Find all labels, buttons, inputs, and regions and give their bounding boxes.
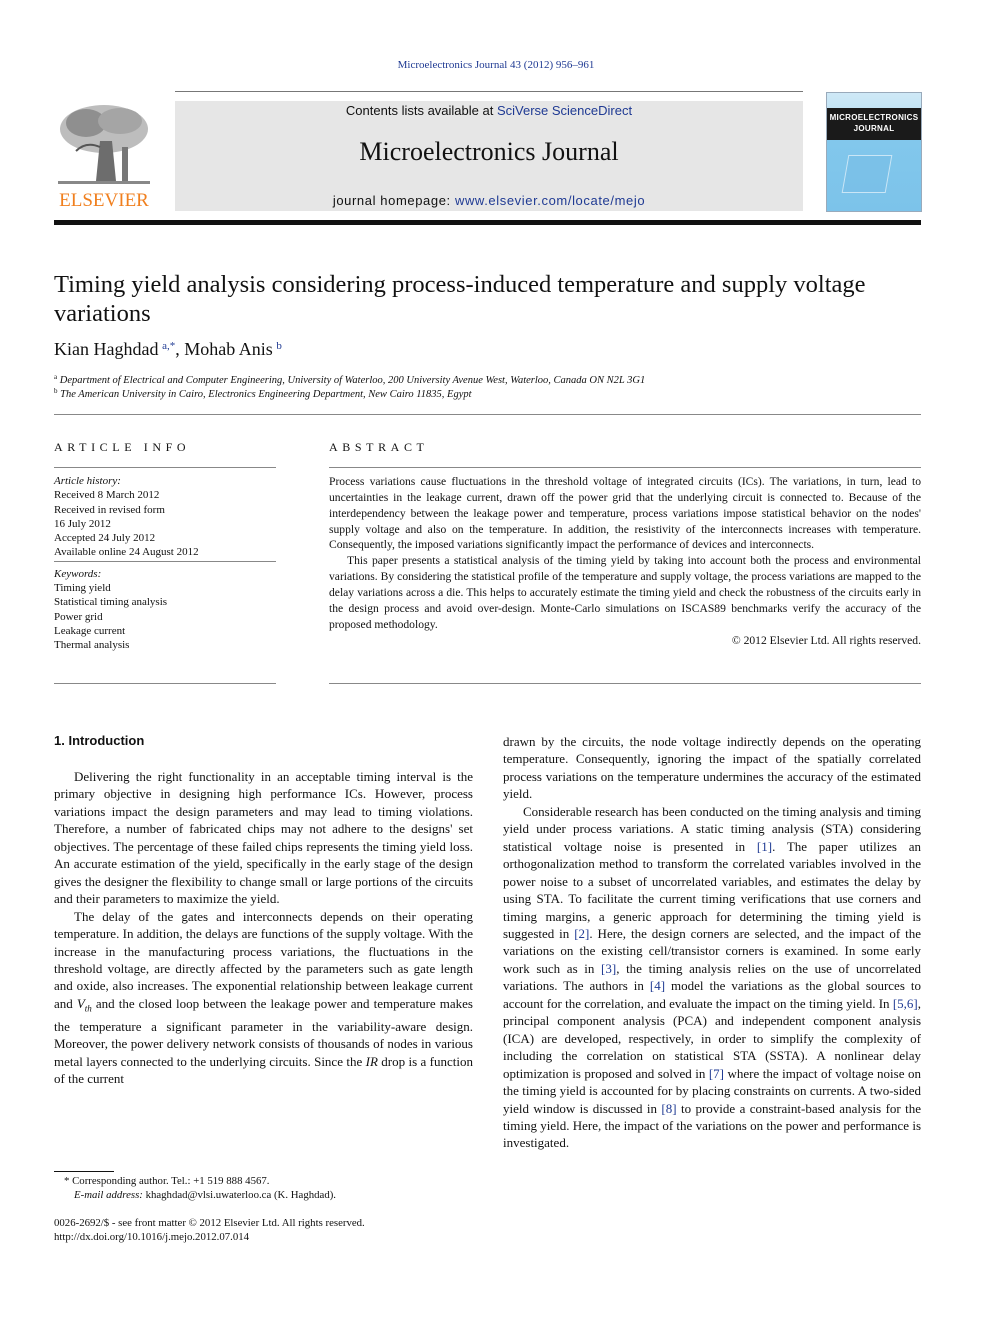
citation-link[interactable]: [4] <box>650 978 665 993</box>
affiliation-text: The American University in Cairo, Electr… <box>60 389 472 400</box>
citation-link[interactable]: [2] <box>574 926 589 941</box>
affiliation-divider <box>54 414 921 415</box>
history-item: 16 July 2012 <box>54 517 111 530</box>
body-column-left: Delivering the right functionality in an… <box>54 768 473 1088</box>
affiliation-mark: b <box>54 387 58 395</box>
author-name[interactable]: Mohab Anis <box>184 339 273 359</box>
email-note: E-mail address: khaghdad@vlsi.uwaterloo.… <box>54 1188 484 1202</box>
keyword: Statistical timing analysis <box>54 596 168 609</box>
keyword: Thermal analysis <box>54 639 130 652</box>
header-divider <box>175 91 803 92</box>
history-label: Article history: <box>54 475 121 487</box>
contents-line: Contents lists available at SciVerse Sci… <box>175 103 803 118</box>
elsevier-logo[interactable]: ELSEVIER <box>54 101 154 211</box>
section-heading-introduction: 1. Introduction <box>54 733 145 748</box>
contents-label: Contents lists available at <box>345 103 497 118</box>
history-item: Available online 24 August 2012 <box>54 546 199 559</box>
affiliation-mark: a <box>54 373 58 381</box>
homepage-label: journal homepage: <box>332 193 455 208</box>
cover-title-line2: JOURNAL <box>853 124 895 133</box>
abstract-paragraph: This paper presents a statistical analys… <box>329 554 921 631</box>
abstract-paragraph: Process variations cause fluctuations in… <box>329 475 921 552</box>
issn-copyright: 0026-2692/$ - see front matter © 2012 El… <box>54 1217 365 1229</box>
abstract-body: Process variations cause fluctuations in… <box>329 474 921 649</box>
math-vth: Vth <box>76 995 92 1014</box>
citation-link[interactable]: [8] <box>661 1101 676 1116</box>
math-ir: IR <box>365 1053 378 1069</box>
abstract-bottom-rule <box>329 683 921 684</box>
cover-title-line1: MICROELECTRONICS <box>829 113 919 122</box>
journal-cover-image[interactable]: MICROELECTRONICS JOURNAL <box>826 92 922 212</box>
journal-banner: Contents lists available at SciVerse Sci… <box>175 101 803 211</box>
body-paragraph: drawn by the circuits, the node voltage … <box>503 734 921 802</box>
footnote-divider <box>54 1171 114 1172</box>
article-info-heading: ARTICLE INFO <box>54 440 191 454</box>
keyword: Leakage current <box>54 624 126 637</box>
article-title: Timing yield analysis considering proces… <box>54 271 866 327</box>
cover-title: MICROELECTRONICS JOURNAL <box>827 112 921 134</box>
article-info-bottom-rule <box>54 683 276 684</box>
body-column-right: drawn by the circuits, the node voltage … <box>503 733 921 1152</box>
email-address[interactable]: khaghdad@vlsi.uwaterloo.ca (K. Haghdad). <box>143 1189 336 1201</box>
corresponding-author-note: * Corresponding author. Tel.: +1 519 888… <box>64 1175 270 1187</box>
author-affiliation-mark[interactable]: b <box>276 340 282 352</box>
front-matter: 0026-2692/$ - see front matter © 2012 El… <box>54 1216 484 1244</box>
citation-link[interactable]: [5,6] <box>893 996 918 1011</box>
footnotes: * Corresponding author. Tel.: +1 519 888… <box>54 1174 484 1202</box>
body-paragraph: The delay of the gates and interconnects… <box>54 908 473 1088</box>
author-name[interactable]: Kian Haghdad <box>54 339 158 359</box>
body-paragraph: Considerable research has been conducted… <box>503 803 921 1152</box>
author-separator: , <box>175 339 185 359</box>
body-paragraph: Delivering the right functionality in an… <box>54 769 473 907</box>
homepage-link[interactable]: www.elsevier.com/locate/mejo <box>455 193 645 208</box>
abstract-heading: ABSTRACT <box>329 440 429 454</box>
history-item: Accepted 24 July 2012 <box>54 532 156 545</box>
sciencedirect-link[interactable]: SciVerse ScienceDirect <box>497 103 632 118</box>
header-thick-rule <box>54 220 921 225</box>
math-subscript: th <box>84 1003 92 1014</box>
elsevier-wordmark: ELSEVIER <box>59 190 149 211</box>
keywords-label: Keywords: <box>54 567 102 580</box>
author-list: Kian Haghdad a,*, Mohab Anis b <box>54 339 282 360</box>
article-info: Article history: Received 8 March 2012 R… <box>54 474 276 653</box>
affiliation-text: Department of Electrical and Computer En… <box>59 375 646 386</box>
keyword: Timing yield <box>54 582 111 595</box>
history-item: Received 8 March 2012 <box>54 489 160 502</box>
journal-citation[interactable]: Microelectronics Journal 43 (2012) 956–9… <box>0 59 992 71</box>
journal-name: Microelectronics Journal <box>359 137 619 166</box>
abstract-rule <box>329 467 921 468</box>
homepage-line: journal homepage: www.elsevier.com/locat… <box>175 193 803 208</box>
history-item: Received in revised form <box>54 503 165 516</box>
doi-link[interactable]: http://dx.doi.org/10.1016/j.mejo.2012.07… <box>54 1230 484 1244</box>
email-label: E-mail address: <box>74 1189 143 1202</box>
affiliation: b The American University in Cairo, Elec… <box>54 387 472 400</box>
history-keywords-divider <box>54 560 276 562</box>
citation-link[interactable]: [1] <box>757 839 772 854</box>
elsevier-tree-icon <box>58 105 150 184</box>
abstract-copyright: © 2012 Elsevier Ltd. All rights reserved… <box>731 634 921 648</box>
citation-link[interactable]: [7] <box>709 1066 724 1081</box>
cover-chip-graphic <box>841 155 893 193</box>
affiliation: a Department of Electrical and Computer … <box>54 373 645 386</box>
article-info-rule <box>54 467 276 468</box>
keyword: Power grid <box>54 610 103 623</box>
author-affiliation-mark[interactable]: a,* <box>162 340 175 352</box>
citation-link[interactable]: [3] <box>601 961 616 976</box>
math-symbol: V <box>76 995 85 1011</box>
